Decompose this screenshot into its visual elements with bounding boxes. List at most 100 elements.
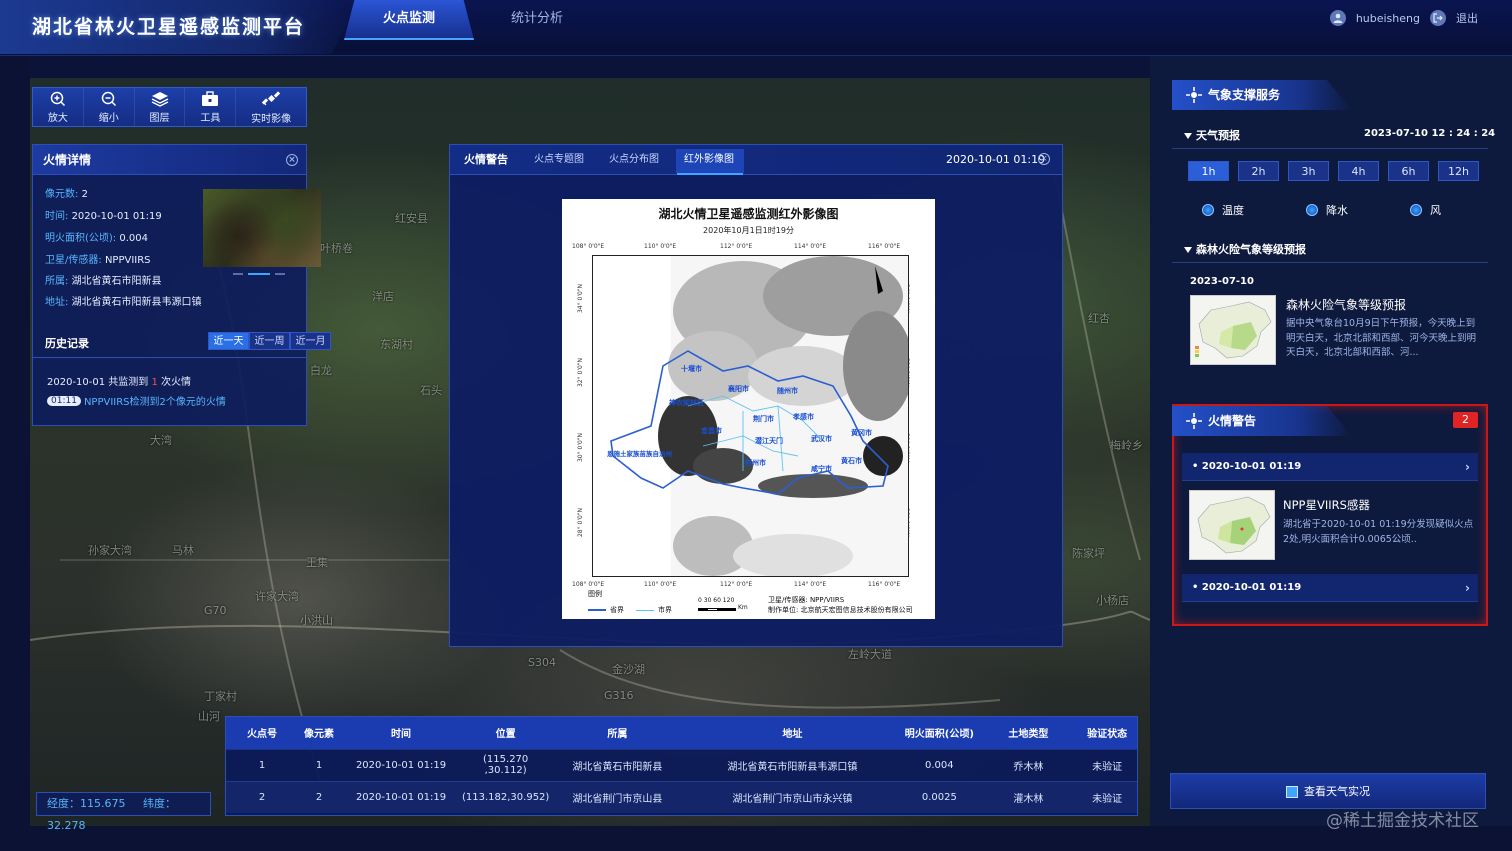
- user-area: hubeisheng 退出: [1329, 10, 1478, 26]
- warning-item-time: 2020-10-01 01:19: [1201, 461, 1302, 472]
- history-tab-day[interactable]: 近一天: [208, 332, 249, 350]
- hour-button-6h[interactable]: 6h: [1388, 161, 1429, 181]
- warning-map-thumbnail[interactable]: [1189, 490, 1275, 560]
- lon-tick: 116° 0'0"E: [868, 243, 901, 250]
- hour-button-1h[interactable]: 1h: [1188, 161, 1229, 181]
- zoom-in-button[interactable]: 放大: [33, 88, 84, 126]
- warning-item[interactable]: • 2020-10-01 01:19 ›: [1182, 453, 1478, 481]
- city-label: 恩施土家族苗族自治州: [607, 450, 672, 458]
- divider: [1172, 148, 1488, 149]
- column-header[interactable]: 所属: [549, 717, 686, 749]
- tab-fire-thematic-map[interactable]: 火点专题图: [534, 145, 584, 175]
- warning-item[interactable]: • 2020-10-01 01:19 ›: [1182, 574, 1478, 602]
- carousel-dot[interactable]: [233, 273, 243, 275]
- warning-count-badge: 2: [1453, 412, 1478, 428]
- layers-icon: [151, 91, 168, 107]
- carousel-dot[interactable]: [275, 273, 285, 275]
- fire-warning-title: 火情警告: [1172, 406, 1352, 436]
- scale-bar-graphic: [698, 608, 736, 611]
- lat-tick: 34° 0'0"N: [577, 283, 585, 314]
- cell: 1: [298, 748, 340, 781]
- city-label: 十堰市: [681, 365, 702, 373]
- tab-fire-distribution-map[interactable]: 火点分布图: [609, 145, 659, 175]
- warning-item-time: 2020-10-01 01:19: [1201, 582, 1302, 593]
- logout-link[interactable]: 退出: [1456, 10, 1478, 26]
- lat-tick: 32° 0'0"N: [577, 357, 585, 388]
- close-icon[interactable]: ×: [286, 154, 298, 166]
- hour-button-3h[interactable]: 3h: [1288, 161, 1329, 181]
- column-header[interactable]: 明火面积(公顷): [899, 717, 980, 749]
- map-label: G316: [604, 689, 634, 702]
- warning-card-title[interactable]: NPP星VIIRS感器: [1283, 497, 1370, 513]
- hour-button-12h[interactable]: 12h: [1438, 161, 1479, 181]
- city-label: 咸宁市: [811, 465, 832, 473]
- scale-bar: 0 30 60 120 Km: [698, 597, 748, 611]
- option-precipitation[interactable]: 降水: [1306, 202, 1348, 218]
- forest-risk-card-title[interactable]: 森林火险气象等级预报: [1286, 296, 1406, 313]
- map-label: 陈家坪: [1072, 547, 1105, 560]
- cell: 灌木林: [979, 780, 1078, 813]
- province-line-swatch: [588, 609, 606, 611]
- column-header[interactable]: 验证状态: [1077, 717, 1137, 749]
- lat-label: 纬度：: [142, 797, 176, 810]
- legend-province: 省界: [610, 606, 624, 614]
- cell: (113.182,30.952): [462, 780, 550, 813]
- history-item[interactable]: 01:11 NPPVIIRS检测到2个像元的火情: [47, 393, 226, 408]
- realtime-imagery-button[interactable]: 实时影像: [236, 88, 306, 126]
- forest-risk-card-text: 据中央气象台10月9日下午预报，今天晚上到明天白天，北京北部和西部、河今天晚上到…: [1286, 318, 1477, 358]
- column-header[interactable]: 位置: [462, 717, 550, 749]
- history-tab-month[interactable]: 近一月: [290, 332, 331, 350]
- table-row[interactable]: 1 1 2020-10-01 01:19 (115.270 ,30.112) 湖…: [226, 748, 1137, 781]
- tab-infrared-image[interactable]: 红外影像图: [684, 145, 734, 175]
- hour-button-4h[interactable]: 4h: [1338, 161, 1379, 181]
- city-label: 孝感市: [793, 413, 814, 421]
- column-header[interactable]: 时间: [340, 717, 462, 749]
- username[interactable]: hubeisheng: [1356, 12, 1420, 25]
- tools-button[interactable]: 工具: [185, 88, 237, 126]
- lon-tick: 116° 0'0"E: [868, 581, 901, 588]
- history-tab-week[interactable]: 近一周: [249, 332, 290, 350]
- close-icon[interactable]: ×: [1038, 153, 1050, 165]
- city-label: 随州市: [777, 387, 798, 395]
- city-label: 潜江天门: [755, 437, 783, 445]
- figure-legend: 图例 省界 市界: [588, 589, 672, 615]
- modal-title[interactable]: 火情警告: [464, 145, 508, 175]
- forest-risk-map-thumbnail[interactable]: [1190, 295, 1276, 365]
- zoom-out-button[interactable]: 缩小: [84, 88, 135, 126]
- infrared-image-figure[interactable]: 湖北火情卫星遥感监测红外影像图 2020年10月1日1时19分 108° 0'0…: [562, 199, 935, 619]
- city-label: 神农架林区: [669, 399, 704, 407]
- tab-statistics[interactable]: 统计分析: [472, 0, 602, 40]
- zoom-in-icon: [50, 91, 65, 106]
- carousel-dot[interactable]: [248, 273, 270, 275]
- hour-button-2h[interactable]: 2h: [1238, 161, 1279, 181]
- app-title: 湖北省林火卫星遥感监测平台: [32, 16, 306, 38]
- zoom-out-icon: [101, 91, 116, 106]
- figure-sensor: 卫星/传感器: NPP/VIIRS: [768, 596, 845, 604]
- field-fire-area: 明火面积(公顷): 0.004: [45, 233, 148, 244]
- history-item-time: 01:11: [47, 395, 81, 406]
- logout-icon[interactable]: [1430, 10, 1446, 26]
- fire-detail-header: 火情详情 ×: [33, 145, 306, 175]
- tab-fire-monitoring[interactable]: 火点监测: [344, 0, 474, 40]
- view-live-weather-button[interactable]: 查看天气实况: [1170, 773, 1486, 809]
- lon-value: 115.675: [80, 797, 126, 810]
- history-range-tabs: 近一天 近一周 近一月: [208, 332, 331, 350]
- column-header[interactable]: 火点号: [226, 717, 298, 749]
- table-row[interactable]: 2 2 2020-10-01 01:19 (113.182,30.952) 湖北…: [226, 780, 1137, 813]
- user-icon: [1329, 10, 1346, 26]
- layers-button[interactable]: 图层: [135, 88, 186, 126]
- weather-service-title: 气象支撑服务: [1172, 80, 1352, 110]
- cell: 1: [226, 748, 298, 781]
- forecast-subheader[interactable]: 天气预报: [1184, 127, 1240, 143]
- fire-site-photo[interactable]: [203, 189, 321, 267]
- option-temperature[interactable]: 温度: [1202, 202, 1244, 218]
- column-header[interactable]: 土地类型: [979, 717, 1078, 749]
- city-label: 荆门市: [753, 415, 774, 423]
- city-label: 黄石市: [841, 457, 862, 465]
- column-header[interactable]: 像元素: [298, 717, 340, 749]
- legend-title: 图例: [588, 590, 602, 598]
- forest-risk-subheader[interactable]: 森林火险气象等级预报: [1184, 241, 1306, 257]
- map-label: 叶桥卷: [320, 242, 353, 255]
- column-header[interactable]: 地址: [685, 717, 900, 749]
- option-wind[interactable]: 风: [1410, 202, 1441, 218]
